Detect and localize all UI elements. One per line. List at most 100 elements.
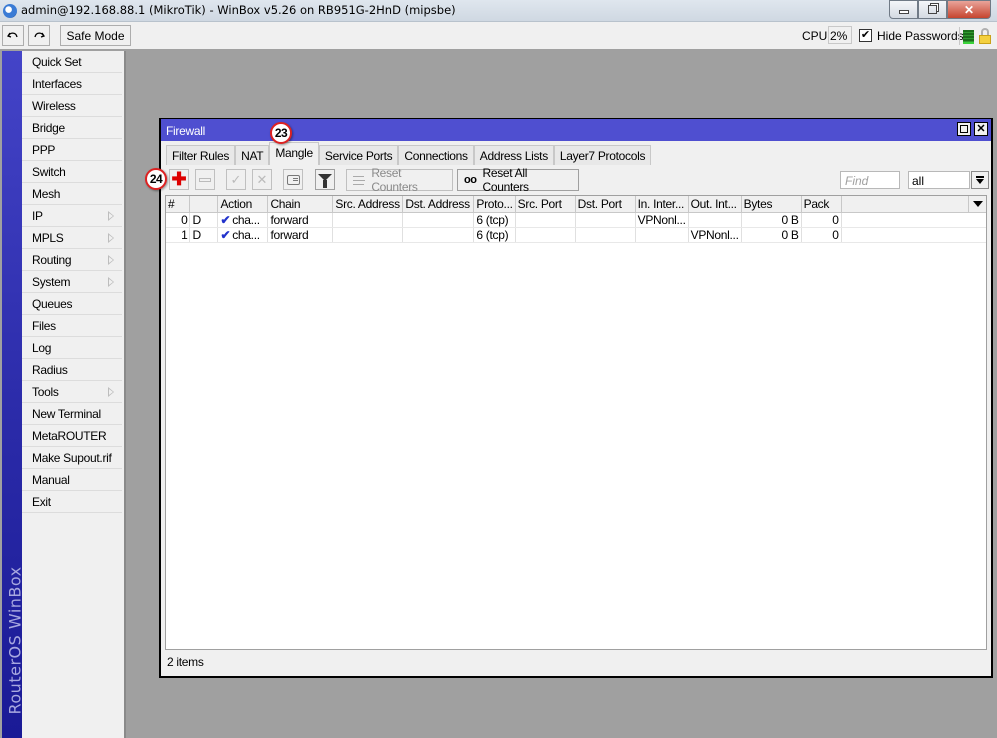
cpu-value: 2% xyxy=(828,26,852,44)
sidebar-item-exit[interactable]: Exit xyxy=(22,491,122,513)
close-icon: ✕ xyxy=(976,122,986,135)
close-button[interactable]: ✕ xyxy=(947,0,991,19)
sidebar-item-system[interactable]: System xyxy=(22,271,122,293)
winbox-app-icon xyxy=(3,4,17,18)
window-titlebar: admin@192.168.88.1 (MikroTik) - WinBox v… xyxy=(0,0,997,22)
sidebar-item-mesh[interactable]: Mesh xyxy=(22,183,122,205)
firewall-tabs: Filter Rules NAT Mangle Service Ports Co… xyxy=(166,142,652,165)
sidebar-item-switch[interactable]: Switch xyxy=(22,161,122,183)
sidebar-item-bridge[interactable]: Bridge xyxy=(22,117,122,139)
tab-layer7-protocols[interactable]: Layer7 Protocols xyxy=(553,145,652,165)
tab-mangle[interactable]: Mangle xyxy=(269,142,319,165)
chain-filter-dropdown-button[interactable] xyxy=(971,171,989,189)
sidebar-item-interfaces[interactable]: Interfaces xyxy=(22,73,122,95)
item-count: 2 items xyxy=(167,655,204,669)
cell-filler xyxy=(841,227,986,243)
hide-passwords-label[interactable]: Hide Passwords xyxy=(877,29,964,43)
cell-dst-port xyxy=(575,227,636,243)
reset-counters-label: Reset Counters xyxy=(371,166,418,194)
tab-filter-rules[interactable]: Filter Rules xyxy=(166,145,236,165)
reset-all-counters-button[interactable]: oo Reset All Counters xyxy=(457,166,579,194)
col-header-protocol[interactable]: Proto... xyxy=(473,196,516,213)
sidebar-item-radius[interactable]: Radius xyxy=(22,359,122,381)
col-header-action[interactable]: Action xyxy=(217,196,269,213)
safe-mode-button[interactable]: Safe Mode xyxy=(60,25,131,46)
firewall-close-button[interactable]: ✕ xyxy=(974,122,988,136)
find-input[interactable]: Find xyxy=(840,171,900,189)
sidebar-item-ip[interactable]: IP xyxy=(22,205,122,227)
col-header-dst-port[interactable]: Dst. Port xyxy=(575,196,636,213)
tab-connections[interactable]: Connections xyxy=(398,145,474,165)
sidebar-item-label: IP xyxy=(32,209,43,223)
sidebar-item-metarouter[interactable]: MetaROUTER xyxy=(22,425,122,447)
x-icon: ✕ xyxy=(256,171,268,187)
cell-src-port xyxy=(515,212,576,228)
filter-button[interactable] xyxy=(315,169,335,190)
cell-flags: D xyxy=(189,227,219,243)
sidebar-item-label: PPP xyxy=(32,143,56,157)
table-row[interactable]: 1 D ✔ cha... forward 6 (tcp) VPNonl... 0 … xyxy=(166,227,986,243)
undo-button[interactable] xyxy=(2,25,24,46)
col-header-packets[interactable]: Pack xyxy=(801,196,842,213)
col-header-chain[interactable]: Chain xyxy=(267,196,334,213)
action-text: cha... xyxy=(232,227,260,242)
sidebar-item-log[interactable]: Log xyxy=(22,337,122,359)
sidebar-item-manual[interactable]: Manual xyxy=(22,469,122,491)
column-menu-button[interactable] xyxy=(968,196,986,212)
chain-filter-select[interactable]: all xyxy=(908,171,970,189)
check-icon: ✓ xyxy=(230,171,242,187)
sidebar-item-wireless[interactable]: Wireless xyxy=(22,95,122,117)
col-header-src-port[interactable]: Src. Port xyxy=(515,196,576,213)
col-header-src-address[interactable]: Src. Address xyxy=(332,196,404,213)
action-check-icon: ✔ xyxy=(220,212,231,227)
sidebar-item-label: Switch xyxy=(32,165,66,179)
col-header-number[interactable]: # xyxy=(166,196,191,213)
sidebar-item-files[interactable]: Files xyxy=(22,315,122,337)
maximize-button[interactable] xyxy=(918,0,947,19)
col-header-flags[interactable] xyxy=(189,196,219,213)
sidebar-item-label: System xyxy=(32,275,71,289)
reset-counters-button[interactable]: Reset Counters xyxy=(346,166,453,194)
sidebar-item-mpls[interactable]: MPLS xyxy=(22,227,122,249)
sidebar-item-routing[interactable]: Routing xyxy=(22,249,122,271)
sidebar-item-tools[interactable]: Tools xyxy=(22,381,122,403)
toolbar-divider xyxy=(959,27,960,45)
remove-rule-button[interactable] xyxy=(195,169,215,190)
cell-packets: 0 xyxy=(801,227,842,243)
close-icon: ✕ xyxy=(963,2,975,17)
annotation-badge-mangle-tab: 23 xyxy=(270,122,292,144)
redo-button[interactable] xyxy=(28,25,50,46)
cell-filler xyxy=(841,212,986,228)
col-header-dst-address[interactable]: Dst. Address xyxy=(402,196,475,213)
tab-service-ports[interactable]: Service Ports xyxy=(318,145,399,165)
add-rule-button[interactable]: ✚ xyxy=(169,169,189,190)
table-header-row: # Action Chain Src. Address Dst. Address… xyxy=(166,196,986,213)
enable-rule-button[interactable]: ✓ xyxy=(226,169,246,190)
table-row[interactable]: 0 D ✔ cha... forward 6 (tcp) VPNonl... 0 … xyxy=(166,212,986,228)
submenu-arrow-icon xyxy=(108,277,114,287)
comment-icon xyxy=(286,174,300,185)
sidebar-item-new-terminal[interactable]: New Terminal xyxy=(22,403,122,425)
cell-dst-address xyxy=(402,227,475,243)
sidebar-item-ppp[interactable]: PPP xyxy=(22,139,122,161)
tab-nat[interactable]: NAT xyxy=(235,145,270,165)
list-icon xyxy=(353,175,366,185)
sidebar-item-make-supout[interactable]: Make Supout.rif xyxy=(22,447,122,469)
cell-src-port xyxy=(515,227,576,243)
sidebar-item-quick-set[interactable]: Quick Set xyxy=(22,51,122,73)
col-header-bytes[interactable]: Bytes xyxy=(741,196,802,213)
disable-rule-button[interactable]: ✕ xyxy=(252,169,272,190)
col-header-in-interface[interactable]: In. Inter... xyxy=(635,196,689,213)
sidebar-item-queues[interactable]: Queues xyxy=(22,293,122,315)
minimize-button[interactable] xyxy=(889,0,918,19)
tab-address-lists[interactable]: Address Lists xyxy=(473,145,554,165)
firewall-maximize-button[interactable] xyxy=(957,122,971,136)
comment-button[interactable] xyxy=(283,169,303,190)
col-header-out-interface[interactable]: Out. Int... xyxy=(688,196,742,213)
sidebar-item-label: Tools xyxy=(32,385,59,399)
action-text: cha... xyxy=(232,212,260,227)
cell-out-interface xyxy=(688,212,742,228)
dropdown-arrow-icon xyxy=(972,201,983,207)
hide-passwords-checkbox[interactable]: ✔ xyxy=(859,29,872,42)
sidebar-item-label: Make Supout.rif xyxy=(32,451,112,465)
